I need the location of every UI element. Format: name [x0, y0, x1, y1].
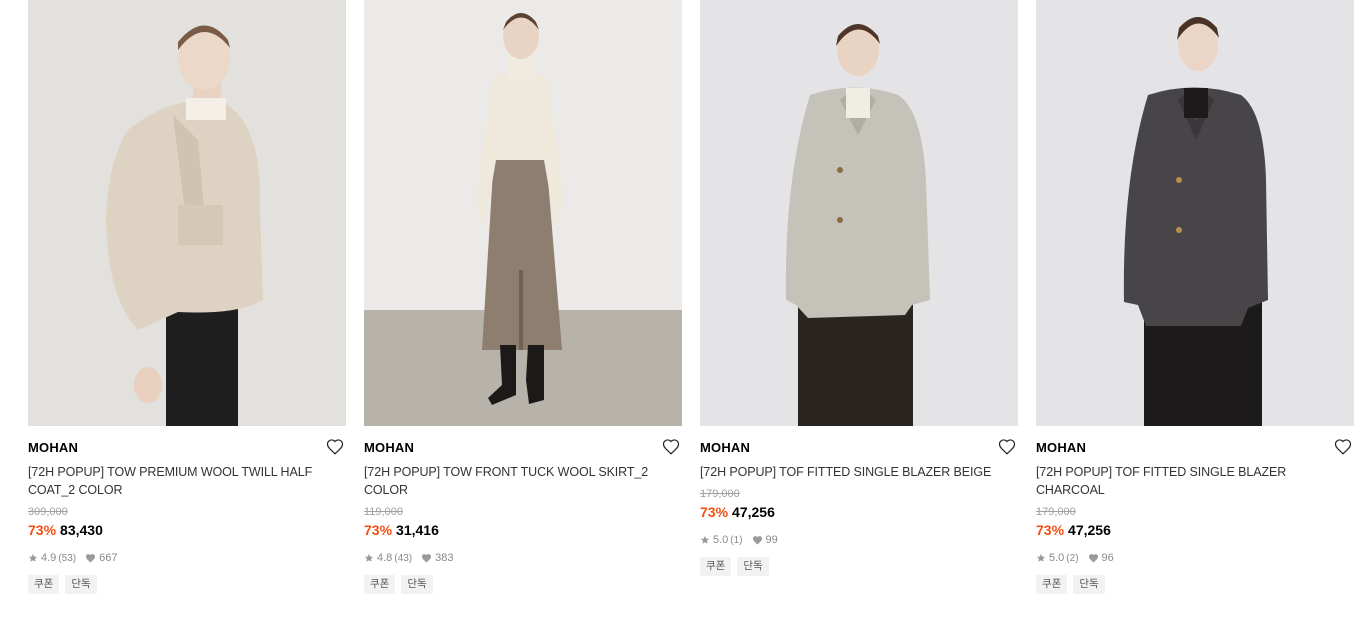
sale-price: 47,256	[732, 504, 775, 520]
like-count: 96	[1101, 552, 1114, 564]
price-row: 73% 47,256	[1036, 521, 1354, 539]
rating: 5.0	[713, 534, 729, 546]
exclusive-tag: 단독	[65, 575, 97, 594]
heart-outline-icon[interactable]	[998, 438, 1016, 456]
like-count: 667	[99, 552, 118, 564]
exclusive-tag: 단독	[1073, 575, 1105, 594]
original-price: 119,000	[364, 506, 403, 518]
brand-name[interactable]: MOHAN	[1036, 440, 1086, 455]
star-icon	[1036, 553, 1046, 562]
heart-outline-icon[interactable]	[326, 438, 344, 456]
price-row: 73% 47,256	[700, 503, 1018, 521]
rating: 4.9	[41, 552, 57, 564]
sale-price: 47,256	[1068, 522, 1111, 538]
heart-outline-icon[interactable]	[662, 438, 680, 456]
brand-name[interactable]: MOHAN	[700, 440, 750, 455]
original-price: 179,000	[700, 488, 740, 500]
original-price: 179,000	[1036, 506, 1076, 518]
star-icon	[28, 553, 38, 562]
review-meta: 5.0 (1) 99	[700, 533, 1018, 547]
price-row: 73% 31,416	[364, 521, 682, 539]
product-card[interactable]: MOHAN [72H POPUP] TOW PREMIUM WOOL TWILL…	[28, 0, 346, 594]
tag-list: 쿠폰 단독	[364, 575, 682, 594]
product-grid: MOHAN [72H POPUP] TOW PREMIUM WOOL TWILL…	[0, 0, 1367, 621]
review-count: (2)	[1066, 552, 1079, 564]
tag-list: 쿠폰 단독	[700, 557, 1018, 576]
product-card[interactable]: MOHAN [72H POPUP] TOW FRONT TUCK WOOL SK…	[364, 0, 682, 594]
rating: 4.8	[377, 552, 393, 564]
heart-filled-icon	[1088, 554, 1098, 563]
heart-filled-icon	[752, 536, 762, 545]
coupon-tag: 쿠폰	[364, 575, 396, 594]
review-count: (43)	[394, 552, 413, 564]
product-photo	[1036, 0, 1354, 426]
product-photo	[364, 0, 682, 426]
product-name[interactable]: [72H POPUP] TOF FITTED SINGLE BLAZER BEI…	[700, 463, 1018, 481]
review-count: (53)	[58, 552, 77, 564]
star-icon	[700, 535, 710, 544]
price-row: 73% 83,430	[28, 521, 346, 539]
product-image[interactable]	[28, 0, 346, 426]
discount-rate: 73%	[364, 522, 393, 538]
sale-price: 83,430	[60, 522, 103, 538]
heart-filled-icon	[422, 554, 432, 563]
product-photo	[28, 0, 346, 426]
product-image[interactable]	[700, 0, 1018, 426]
product-name[interactable]: [72H POPUP] TOW FRONT TUCK WOOL SKIRT_2 …	[364, 463, 682, 499]
brand-name[interactable]: MOHAN	[364, 440, 414, 455]
brand-name[interactable]: MOHAN	[28, 440, 78, 455]
review-meta: 4.9 (53) 667	[28, 551, 346, 565]
product-photo	[700, 0, 1018, 426]
original-price: 309,000	[28, 506, 68, 518]
discount-rate: 73%	[28, 522, 57, 538]
star-icon	[364, 553, 374, 562]
product-name[interactable]: [72H POPUP] TOF FITTED SINGLE BLAZER CHA…	[1036, 463, 1354, 499]
review-count: (1)	[730, 534, 743, 546]
exclusive-tag: 단독	[737, 557, 769, 576]
discount-rate: 73%	[700, 504, 729, 520]
review-meta: 5.0 (2) 96	[1036, 551, 1354, 565]
review-meta: 4.8 (43) 383	[364, 551, 682, 565]
heart-outline-icon[interactable]	[1334, 438, 1352, 456]
tag-list: 쿠폰 단독	[28, 575, 346, 594]
product-image[interactable]	[1036, 0, 1354, 426]
rating: 5.0	[1049, 552, 1065, 564]
like-count: 383	[435, 552, 454, 564]
tag-list: 쿠폰 단독	[1036, 575, 1354, 594]
like-count: 99	[765, 534, 778, 546]
exclusive-tag: 단독	[401, 575, 433, 594]
coupon-tag: 쿠폰	[28, 575, 60, 594]
product-name[interactable]: [72H POPUP] TOW PREMIUM WOOL TWILL HALF …	[28, 463, 346, 499]
coupon-tag: 쿠폰	[1036, 575, 1068, 594]
product-card[interactable]: MOHAN [72H POPUP] TOF FITTED SINGLE BLAZ…	[1036, 0, 1354, 594]
coupon-tag: 쿠폰	[700, 557, 732, 576]
product-card[interactable]: MOHAN [72H POPUP] TOF FITTED SINGLE BLAZ…	[700, 0, 1018, 576]
product-image[interactable]	[364, 0, 682, 426]
heart-filled-icon	[86, 554, 96, 563]
sale-price: 31,416	[396, 522, 439, 538]
discount-rate: 73%	[1036, 522, 1065, 538]
